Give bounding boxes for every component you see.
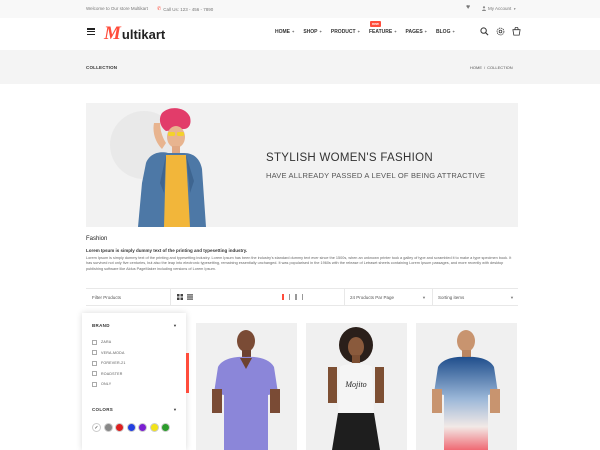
grid-view-icon[interactable] — [177, 293, 183, 301]
chevron-down-icon: ▼ — [422, 295, 426, 300]
brand-option[interactable]: VERA-MODA — [92, 348, 126, 359]
grid-3-columns-icon[interactable] — [288, 294, 290, 300]
product-image — [432, 330, 500, 450]
chevron-down-icon: ▼ — [513, 6, 517, 11]
nav-product[interactable]: PRODUCT + — [331, 29, 360, 35]
brand-option[interactable]: ZARA — [92, 337, 126, 348]
svg-text:Mojito: Mojito — [344, 380, 366, 389]
logo-text: ultikart — [121, 27, 166, 42]
logo-mark: M — [104, 23, 121, 44]
products-per-page-value: 24 Products Par Page — [350, 294, 395, 300]
collection-description: Lorem Ipsum is simply dummy text of the … — [86, 256, 512, 271]
checkbox[interactable] — [92, 339, 97, 345]
page-title: COLLECTION — [86, 65, 118, 70]
banner-model-image — [138, 108, 206, 227]
view-toggle — [177, 289, 193, 305]
user-icon — [482, 6, 486, 11]
call-text: Call Us: 123 - 456 - 7890 — [163, 6, 214, 12]
brand-filter-title[interactable]: BRAND — [92, 323, 110, 328]
color-swatches: ✓ — [92, 423, 170, 432]
welcome-text: Welcome to Our store Multikart — [86, 6, 148, 11]
checkbox[interactable] — [92, 360, 97, 366]
chevron-down-icon: ▼ — [510, 295, 514, 300]
divider — [170, 289, 171, 305]
hamburger-menu-icon[interactable] — [87, 28, 95, 35]
sorting-select[interactable]: Sorting items — [438, 289, 464, 305]
top-bar: Welcome to Our store Multikart ✆ Call Us… — [0, 0, 600, 18]
product-toolbar: Filter Products 24 Products Par Page ▼ S… — [86, 288, 518, 306]
checkbox[interactable] — [92, 381, 97, 387]
filter-products-button[interactable]: Filter Products — [92, 289, 121, 305]
collection-banner[interactable]: STYLISH WOMEN'S FASHION HAVE ALLREADY PA… — [86, 103, 518, 227]
divider — [432, 289, 433, 305]
grid-2-columns-icon[interactable] — [282, 294, 284, 300]
collection-subtitle: Lorem Ipsum is simply dummy text of the … — [86, 248, 248, 253]
header-icons — [480, 27, 521, 36]
list-view-icon[interactable] — [187, 293, 193, 301]
wishlist-heart-icon[interactable]: ♥ — [466, 4, 470, 11]
color-swatch[interactable] — [115, 423, 124, 432]
color-swatch[interactable]: ✓ — [92, 423, 101, 432]
product-card[interactable]: Mojito — [306, 323, 407, 450]
products-per-page-select[interactable]: 24 Products Par Page — [350, 289, 394, 305]
filter-products-label: Filter Products — [92, 294, 122, 300]
sorting-value: Sorting items — [438, 294, 465, 300]
brand-option[interactable]: ROADSTER — [92, 369, 126, 380]
product-image — [212, 330, 280, 450]
main-header: M ultikart HOME + SHOP + PRODUCT + new FEATU… — [0, 18, 600, 50]
breadcrumb-current: COLLECTION — [487, 65, 513, 70]
nav-pages[interactable]: PAGES + — [406, 29, 427, 35]
nav-blog[interactable]: BLOG + — [436, 29, 455, 35]
chevron-down-icon[interactable]: ▼ — [173, 407, 177, 412]
grid-layout-selector — [282, 289, 306, 305]
nav-home[interactable]: HOME + — [275, 29, 294, 35]
breadcrumb-separator: / — [484, 65, 486, 70]
breadcrumb-section: COLLECTION HOME / COLLECTION — [0, 50, 600, 84]
settings-gear-icon[interactable] — [496, 27, 505, 36]
grid-6-columns-icon[interactable] — [301, 294, 303, 300]
breadcrumb: HOME / COLLECTION — [470, 65, 513, 70]
colors-filter-title[interactable]: COLORS — [92, 407, 113, 412]
nav-shop[interactable]: SHOP + — [303, 29, 322, 35]
divider — [344, 289, 345, 305]
new-badge: new — [369, 21, 381, 27]
breadcrumb-home-link[interactable]: HOME — [470, 65, 482, 70]
collection-title: Fashion — [86, 236, 108, 242]
my-account-link[interactable]: My Account ▼ — [482, 6, 516, 11]
main-nav: HOME + SHOP + PRODUCT + new FEATURE + PAGES + … — [275, 21, 455, 35]
brand-option[interactable]: FOREVER-21 — [92, 358, 126, 369]
checkbox[interactable] — [92, 371, 97, 377]
checkbox[interactable] — [92, 350, 97, 356]
color-swatch[interactable] — [138, 423, 147, 432]
search-icon[interactable] — [480, 27, 489, 36]
nav-feature[interactable]: new FEATURE + — [369, 21, 397, 35]
brand-option[interactable]: ONLY — [92, 379, 126, 390]
product-card[interactable] — [196, 323, 297, 450]
logo[interactable]: M ultikart — [104, 24, 165, 43]
color-swatch[interactable] — [149, 423, 159, 432]
cart-icon[interactable] — [512, 27, 521, 36]
my-account-label: My Account — [488, 6, 512, 11]
color-swatch[interactable] — [126, 423, 136, 432]
color-swatch[interactable] — [103, 423, 113, 432]
color-swatch[interactable] — [161, 423, 170, 432]
sidebar-scroll-indicator — [186, 353, 189, 393]
banner-subheading: HAVE ALLREADY PASSED A LEVEL OF BEING AT… — [266, 171, 486, 180]
banner-heading: STYLISH WOMEN'S FASHION — [266, 152, 433, 164]
filter-sidebar: BRAND ▼ ZARA VERA-MODA FOREVER-21 ROADST… — [82, 313, 189, 450]
call-info: ✆ Call Us: 123 - 456 - 7890 — [157, 6, 213, 12]
product-image: Mojito — [328, 327, 384, 450]
product-card[interactable] — [416, 323, 517, 450]
brand-list: ZARA VERA-MODA FOREVER-21 ROADSTER ONLY — [92, 337, 126, 390]
phone-icon: ✆ — [157, 6, 162, 12]
grid-4-columns-icon[interactable] — [295, 294, 297, 300]
chevron-down-icon[interactable]: ▼ — [173, 323, 177, 328]
